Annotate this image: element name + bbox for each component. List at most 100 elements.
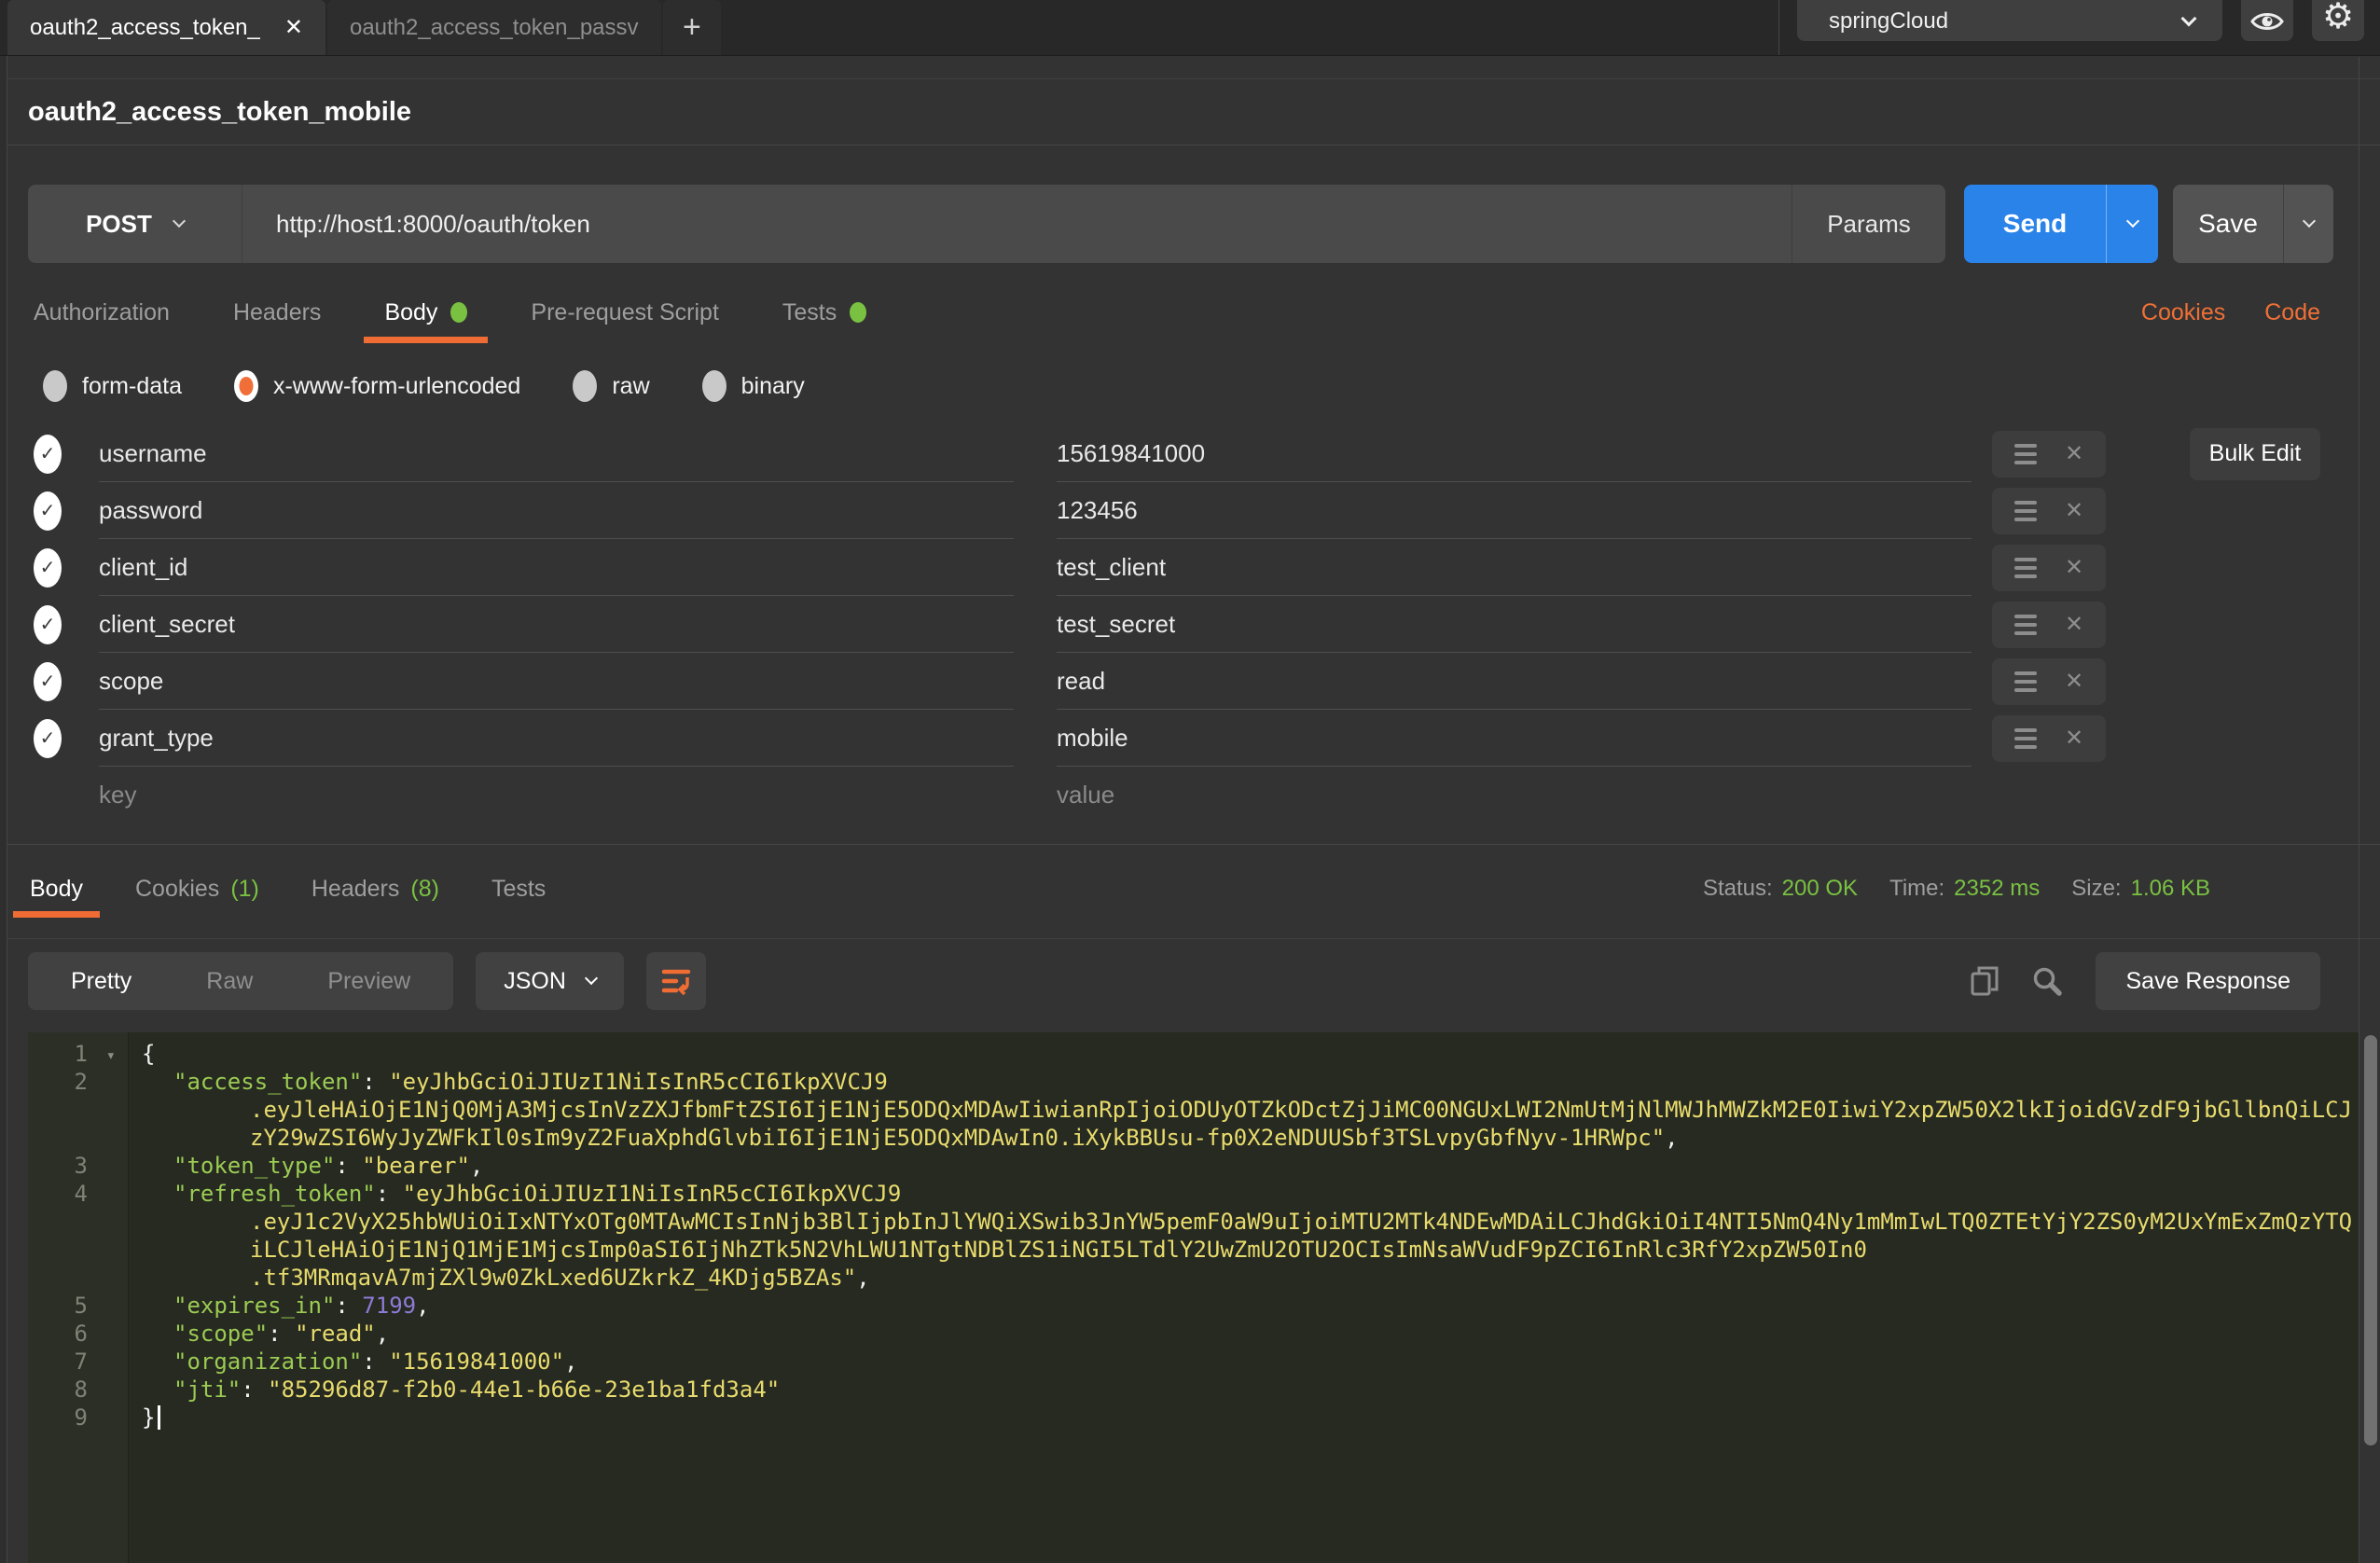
view-mode-pretty[interactable]: Pretty <box>34 952 169 1010</box>
request-tab-authorization[interactable]: Authorization <box>13 282 190 343</box>
row-enabled-checkbox[interactable]: ✓ <box>34 548 62 588</box>
code-text: .eyJ1c2VyX25hbWUiOiIxNTYxOTg0MTAwMCIsInN… <box>129 1208 2352 1236</box>
param-value-field[interactable]: read <box>1057 653 1972 710</box>
remove-row-icon[interactable]: ✕ <box>2065 671 2083 693</box>
cookies-link[interactable]: Cookies <box>2141 299 2225 326</box>
view-mode-preview[interactable]: Preview <box>290 952 448 1010</box>
urlencoded-params-editor: ✓ username 15619841000 ✕ Bulk Edit ✓ password 1… <box>0 425 2380 823</box>
param-value-field[interactable]: test_secret <box>1057 596 1972 653</box>
body-mode-x-www-form-urlencoded[interactable]: x-www-form-urlencoded <box>234 370 520 402</box>
request-tab-body[interactable]: Body <box>364 282 488 343</box>
remove-row-icon[interactable]: ✕ <box>2065 500 2083 522</box>
request-tab-headers[interactable]: Headers <box>213 282 342 343</box>
line-number: 5 <box>28 1292 129 1320</box>
param-key-field[interactable]: password <box>99 482 1014 539</box>
line-number <box>28 1096 129 1124</box>
new-tab-button[interactable]: + <box>663 0 721 55</box>
code-line: 1▾{ <box>28 1040 2359 1068</box>
response-tab-body[interactable]: Body <box>13 860 100 918</box>
view-mode-raw[interactable]: Raw <box>169 952 290 1010</box>
beautify-icon <box>660 965 692 997</box>
code-text: zY29wZSI6WyJyZWFkIl0sIm9yZ2FuaXphdGlvbiI… <box>129 1124 1679 1152</box>
param-row: ✓ client_secret test_secret ✕ <box>34 596 2320 653</box>
scrollbar-thumb[interactable] <box>2364 1035 2377 1445</box>
code-line: .eyJ1c2VyX25hbWUiOiIxNTYxOTg0MTAwMCIsInN… <box>28 1208 2359 1236</box>
save-response-button[interactable]: Save Response <box>2096 952 2320 1010</box>
param-value-field[interactable]: mobile <box>1057 710 1972 767</box>
copy-icon[interactable] <box>1971 965 1999 997</box>
code-text: "scope": "read", <box>129 1320 389 1348</box>
line-number: 8 <box>28 1376 129 1404</box>
body-mode-raw[interactable]: raw <box>573 370 649 402</box>
remove-row-icon[interactable]: ✕ <box>2065 443 2083 465</box>
row-enabled-checkbox[interactable]: ✓ <box>34 662 62 701</box>
code-text: "jti": "85296d87-f2b0-44e1-b66e-23e1ba1f… <box>129 1376 780 1404</box>
status-value: 200 OK <box>1782 876 1858 902</box>
method-select[interactable]: POST <box>28 185 242 263</box>
divider <box>1778 0 1779 56</box>
row-checkbox-column: ✓ <box>34 662 99 701</box>
save-button[interactable]: Save <box>2173 185 2283 263</box>
remove-row-icon[interactable]: ✕ <box>2065 614 2083 636</box>
param-key-field[interactable]: client_id <box>99 539 1014 596</box>
param-value-field[interactable]: test_client <box>1057 539 1972 596</box>
response-tab-cookies[interactable]: Cookies(1) <box>118 860 276 918</box>
tab-label: Tests <box>491 876 546 903</box>
remove-row-icon[interactable]: ✕ <box>2065 727 2083 750</box>
close-icon[interactable]: ✕ <box>284 14 303 41</box>
fold-caret-icon[interactable]: ▾ <box>106 1042 116 1070</box>
drag-handle-icon[interactable] <box>2014 558 2037 578</box>
beautify-button[interactable] <box>646 952 706 1010</box>
environment-quicklook-button[interactable] <box>2241 0 2293 41</box>
row-checkbox-column: ✓ <box>34 719 99 758</box>
tab-oauth2-access-token[interactable]: oauth2_access_token_ ✕ <box>7 0 325 55</box>
param-key-field[interactable]: username <box>99 425 1014 482</box>
send-button[interactable]: Send <box>1964 185 2106 263</box>
drag-handle-icon[interactable] <box>2014 501 2037 521</box>
param-value-field[interactable]: 123456 <box>1057 482 1972 539</box>
param-value-field[interactable]: 15619841000 <box>1057 425 1972 482</box>
search-icon[interactable] <box>2032 966 2062 996</box>
radio-icon <box>573 370 597 402</box>
remove-row-icon[interactable]: ✕ <box>2065 557 2083 579</box>
row-enabled-checkbox[interactable]: ✓ <box>34 435 62 474</box>
row-enabled-checkbox[interactable]: ✓ <box>34 719 62 758</box>
tab-count-badge: (1) <box>230 876 259 903</box>
param-key-field[interactable]: client_secret <box>99 596 1014 653</box>
line-number: 6 <box>28 1320 129 1348</box>
chevron-down-icon <box>2125 214 2138 228</box>
param-value-field[interactable]: value <box>1057 767 1972 823</box>
url-input[interactable] <box>242 185 1792 263</box>
line-number: 1▾ <box>28 1040 129 1068</box>
response-body-editor[interactable]: 1▾{2"access_token": "eyJhbGciOiJIUzI1NiI… <box>28 1032 2359 1563</box>
params-button[interactable]: Params <box>1792 185 1945 263</box>
bulk-edit-button[interactable]: Bulk Edit <box>2190 428 2320 480</box>
param-key-field[interactable]: scope <box>99 653 1014 710</box>
param-key-field[interactable]: grant_type <box>99 710 1014 767</box>
request-tab-pre-request-script[interactable]: Pre-request Script <box>510 282 739 343</box>
response-tab-headers[interactable]: Headers(8) <box>295 860 456 918</box>
drag-handle-icon[interactable] <box>2014 728 2037 749</box>
drag-handle-icon[interactable] <box>2014 444 2037 464</box>
drag-handle-icon[interactable] <box>2014 671 2037 692</box>
param-row: ✓ client_id test_client ✕ <box>34 539 2320 596</box>
code-link[interactable]: Code <box>2264 299 2320 326</box>
row-enabled-checkbox[interactable]: ✓ <box>34 605 62 644</box>
response-tabs-row: BodyCookies(1)Headers(8)Tests Status: 20… <box>0 845 2380 939</box>
body-mode-form-data[interactable]: form-data <box>43 370 182 402</box>
environment-select[interactable]: springCloud <box>1797 0 2222 41</box>
send-options-button[interactable] <box>2106 185 2158 263</box>
param-key-field[interactable]: key <box>99 767 1014 823</box>
window-edge <box>0 56 7 1563</box>
response-tab-tests[interactable]: Tests <box>475 860 562 918</box>
radio-icon <box>234 370 258 402</box>
body-mode-binary[interactable]: binary <box>702 370 805 402</box>
request-tab-tests[interactable]: Tests <box>762 282 887 343</box>
language-select[interactable]: JSON <box>476 952 624 1010</box>
drag-handle-icon[interactable] <box>2014 615 2037 635</box>
save-options-button[interactable] <box>2283 185 2333 263</box>
param-row: ✓ scope read ✕ <box>34 653 2320 710</box>
row-enabled-checkbox[interactable]: ✓ <box>34 491 62 531</box>
tab-oauth2-access-token-password[interactable]: oauth2_access_token_passv <box>327 0 661 55</box>
settings-button[interactable]: ⚙ <box>2312 0 2364 41</box>
